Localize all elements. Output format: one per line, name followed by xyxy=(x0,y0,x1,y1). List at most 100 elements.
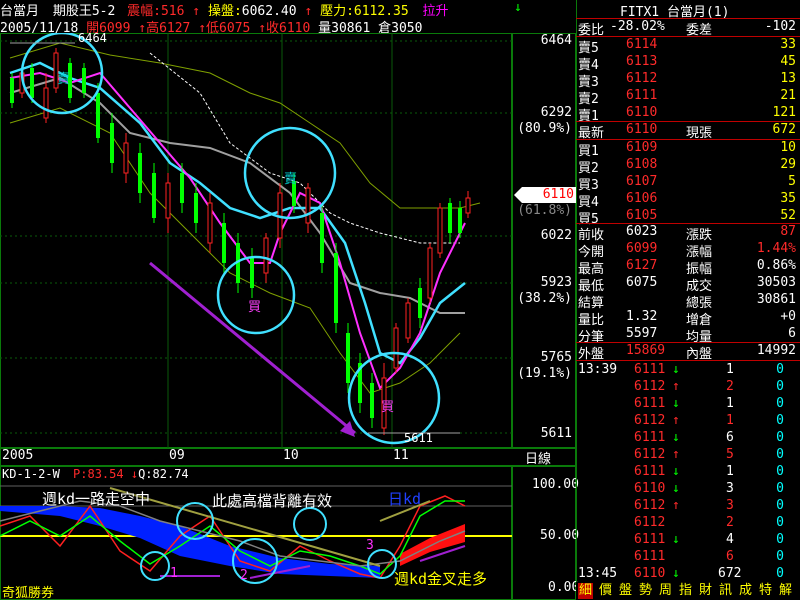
trough-label: 5611 xyxy=(404,431,433,445)
stats-row: 今開 6099 漲幅 1.44% xyxy=(576,241,800,260)
axis-price-5765: 5765 xyxy=(540,350,572,365)
axis-price-5923: 5923 xyxy=(540,275,572,290)
kd-annotation-daily: 日kd xyxy=(388,490,422,508)
ask-qty: 13 xyxy=(780,71,796,86)
ask-row[interactable]: 賣3 6112 13 xyxy=(576,71,800,90)
stat-value: 6099 xyxy=(626,241,658,256)
ask-row[interactable]: 賣1 6110 121 xyxy=(576,105,800,124)
ask-qty: 121 xyxy=(772,105,796,120)
stats-row: 前收 6023 漲跌 87 xyxy=(576,224,800,243)
tick-volume: 1 xyxy=(726,362,734,377)
now-value: 672 xyxy=(772,122,796,137)
time-label-11: 11 xyxy=(393,448,409,463)
kd-annotation-divergence: 此處高檔背離有效 xyxy=(212,492,333,510)
tick-oi: 0 xyxy=(776,447,784,462)
kd-axis-100: 100.00 xyxy=(532,477,579,492)
tick-time: 13:45 xyxy=(578,566,618,581)
kd-axis-0: 0.00 xyxy=(548,580,580,595)
bid-price: 6108 xyxy=(626,157,658,172)
axis-price-6022: 6022 xyxy=(540,228,572,243)
quote-title-row: FITX1 台當月(1) xyxy=(576,1,800,20)
tick-row: 6111 ↓ 4 0 xyxy=(576,532,800,549)
tick-time: 13:39 xyxy=(578,362,618,377)
tick-row: 6111 ↓ 6 0 xyxy=(576,430,800,447)
bid-row[interactable]: 買3 6107 5 xyxy=(576,174,800,193)
down-arrow-icon: ↓ xyxy=(672,396,680,411)
outer-inner-row: 外盤 15869 內盤 14992 xyxy=(576,343,800,362)
tab-9[interactable]: 特 xyxy=(758,583,773,599)
tick-row: 6112 ↑ 3 0 xyxy=(576,498,800,515)
tab-7[interactable]: 訊 xyxy=(718,583,733,599)
tick-row: 6112 ↑ 2 0 xyxy=(576,379,800,396)
stat-value: 6023 xyxy=(626,224,658,239)
peak-label: 6464 xyxy=(78,31,107,45)
bid-price: 6107 xyxy=(626,174,658,189)
tick-price: 6111 xyxy=(634,464,666,479)
stat-value: 30861 xyxy=(756,292,796,307)
tick-volume: 2 xyxy=(726,515,734,530)
tick-price: 6112 xyxy=(634,498,666,513)
tick-oi: 0 xyxy=(776,532,784,547)
tab-6[interactable]: 財 xyxy=(698,583,713,599)
tick-price: 6111 xyxy=(634,362,666,377)
ask-row[interactable]: 賣5 6114 33 xyxy=(576,37,800,56)
bid-row[interactable]: 買4 6106 35 xyxy=(576,191,800,210)
kd-marker-3: 3 xyxy=(366,538,374,553)
tick-row: 13:39 6111 ↓ 1 0 xyxy=(576,362,800,379)
axis-pct-382: (38.2%) xyxy=(517,291,572,306)
tick-row: 6111 6 0 xyxy=(576,549,800,566)
ask-price: 6110 xyxy=(626,105,658,120)
tab-5[interactable]: 指 xyxy=(678,583,693,599)
stat-value: +0 xyxy=(780,309,796,324)
ask-row[interactable]: 賣2 6111 21 xyxy=(576,88,800,107)
tab-4[interactable]: 周 xyxy=(658,583,673,599)
tab-8[interactable]: 成 xyxy=(738,583,753,599)
stat-value: 6075 xyxy=(626,275,658,290)
tick-volume: 1 xyxy=(726,464,734,479)
stats-row: 分筆 5597 均量 6 xyxy=(576,326,800,345)
down-arrow-icon: ↓ xyxy=(672,464,680,479)
period-daily[interactable]: 日線 xyxy=(525,448,551,467)
tick-price: 6112 xyxy=(634,447,666,462)
tick-price: 6111 xyxy=(634,396,666,411)
tick-oi: 0 xyxy=(776,498,784,513)
stat-value: 6127 xyxy=(626,258,658,273)
kd-annotation-weekly-golden: 週kd金叉走多 xyxy=(394,570,488,588)
bid-price: 6105 xyxy=(626,208,658,223)
tab-10[interactable]: 解 xyxy=(778,583,793,599)
tab-1[interactable]: 價 xyxy=(598,583,613,599)
tick-row: 6112 ↑ 5 0 xyxy=(576,447,800,464)
tick-oi: 0 xyxy=(776,481,784,496)
ask-qty: 21 xyxy=(780,88,796,103)
bid-qty: 5 xyxy=(788,174,796,189)
ask-price: 6113 xyxy=(626,54,658,69)
ask-row[interactable]: 賣4 6113 45 xyxy=(576,54,800,73)
latest-value: 6110 xyxy=(626,122,658,137)
latest-row: 最新 6110 現張 672 xyxy=(576,122,800,141)
down-arrow-icon: ↓ xyxy=(672,532,680,547)
outer-value: 15869 xyxy=(626,343,666,358)
ratio-value: -28.02% xyxy=(610,19,665,34)
axis-price-6292: 6292 xyxy=(540,105,572,120)
down-arrow-icon: ↓ xyxy=(672,481,680,496)
bid-qty: 29 xyxy=(780,157,796,172)
ask-qty: 45 xyxy=(780,54,796,69)
stat-value: 1.44% xyxy=(756,241,796,256)
bid-row[interactable]: 買2 6108 29 xyxy=(576,157,800,176)
tick-oi: 0 xyxy=(776,362,784,377)
stat-value: 5597 xyxy=(626,326,658,341)
tab-0[interactable]: 細 xyxy=(578,583,593,599)
tab-2[interactable]: 盤 xyxy=(618,583,633,599)
bid-row[interactable]: 買1 6109 10 xyxy=(576,140,800,159)
scroll-down-icon[interactable]: ↓ xyxy=(514,0,522,15)
ask-price: 6112 xyxy=(626,71,658,86)
tab-3[interactable]: 勢 xyxy=(638,583,653,599)
quote-panel: FITX1 台當月(1) 委比 -28.02% 委差 -102 賣5 6114 33… xyxy=(576,0,800,600)
tick-volume: 4 xyxy=(726,532,734,547)
price-chart-canvas[interactable] xyxy=(0,33,512,448)
time-label-2005: 2005 xyxy=(2,448,34,463)
diff-value: -102 xyxy=(764,19,796,34)
tick-oi: 0 xyxy=(776,549,784,564)
axis-pct-618: (61.8%) xyxy=(517,203,572,218)
tick-oi: 0 xyxy=(776,566,784,581)
